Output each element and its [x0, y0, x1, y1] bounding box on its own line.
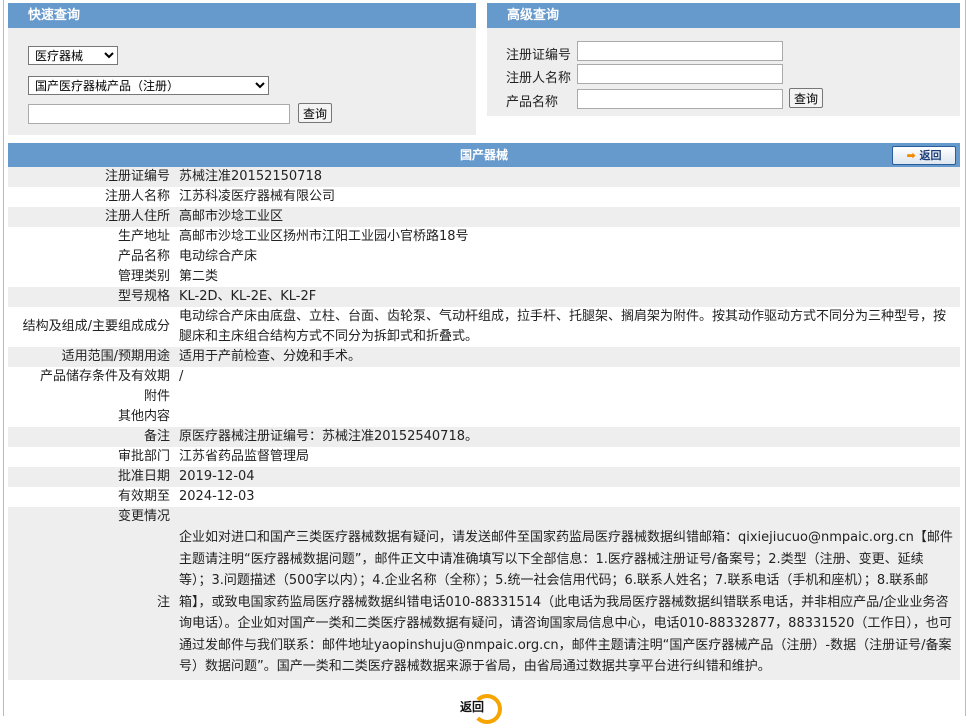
quick-search-input[interactable]: [28, 104, 290, 124]
field-value: 第二类: [179, 269, 219, 284]
category-select[interactable]: 医疗器械: [28, 46, 118, 65]
field-value: 2024-12-03: [179, 489, 255, 504]
table-row: 有效期至 2024-12-03: [8, 487, 960, 507]
table-row: 注册人名称 江苏科凌医疗器械有限公司: [8, 187, 960, 207]
quick-search-panel: 快速查询 医疗器械 国产医疗器械产品（注册） 查询: [8, 3, 476, 135]
table-row: 审批部门 江苏省药品监督管理局: [8, 447, 960, 467]
table-row: 结构及组成/主要组成成分 电动综合产床由底盘、立柱、台面、齿轮泵、气动杆组成，拉手…: [8, 307, 960, 347]
detail-table: 注册证编号 苏械注准20152150718 注册人名称 江苏科凌医疗器械有限公司 注册人…: [8, 167, 960, 680]
advanced-search-title: 高级查询: [487, 3, 960, 28]
field-value: 2019-12-04: [179, 467, 960, 487]
field-label: 管理类别: [117, 269, 170, 284]
table-row: 注册证编号 苏械注准20152150718: [8, 167, 960, 187]
field-label: 其他内容: [117, 409, 170, 424]
detail-title: 国产器械: [459, 148, 508, 162]
field-label: 有效期至: [117, 489, 170, 504]
arrow-right-icon: ➡: [906, 149, 916, 162]
back-button-top[interactable]: ➡ 返回: [892, 146, 956, 165]
field-label: 结构及组成/主要组成成分: [22, 319, 170, 334]
back-label-bottom: 返回: [460, 700, 485, 714]
table-row: 型号规格 KL-2D、KL-2E、KL-2F: [8, 287, 960, 307]
field-label: 备注: [8, 427, 179, 447]
field-label: 变更情况: [8, 507, 179, 527]
cert-label: 注册证编号: [506, 48, 572, 63]
field-label: 注: [8, 527, 179, 680]
product-label: 产品名称: [506, 95, 559, 110]
back-button-bottom[interactable]: 返回: [458, 694, 508, 724]
field-value: [179, 387, 960, 407]
database-select[interactable]: 国产医疗器械产品（注册）: [28, 76, 269, 95]
field-value: 电动综合产床由底盘、立柱、台面、齿轮泵、气动杆组成，拉手杆、托腿架、搁肩架为附件…: [179, 309, 947, 344]
table-row: 变更情况: [8, 507, 960, 527]
table-row: 产品储存条件及有效期 /: [8, 367, 960, 387]
product-input[interactable]: [577, 89, 783, 109]
field-label: 注册证编号: [8, 167, 179, 187]
field-value: 适用于产前检查、分娩和手术。: [179, 347, 960, 367]
field-value: 企业如对进口和国产三类医疗器械数据有疑问，请发送邮件至国家药监局医疗器械数据纠错…: [179, 527, 960, 680]
table-row: 产品名称 电动综合产床: [8, 247, 960, 267]
field-value: 江苏科凌医疗器械有限公司: [179, 189, 336, 204]
quick-search-button[interactable]: 查询: [298, 103, 333, 123]
field-value: [179, 407, 960, 427]
field-value: 高邮市沙埝工业区: [179, 207, 960, 227]
field-value: 苏械注准20152150718: [179, 167, 960, 187]
table-row: 其他内容: [8, 407, 960, 427]
detail-header: 国产器械 ➡ 返回: [8, 143, 960, 167]
field-value: /: [179, 369, 184, 384]
field-value: 江苏省药品监督管理局: [179, 449, 310, 464]
advanced-search-panel: 高级查询 注册证编号 注册人名称 产品名称 查询: [487, 3, 960, 116]
field-value: KL-2D、KL-2E、KL-2F: [179, 287, 960, 307]
registrant-label: 注册人名称: [506, 71, 572, 86]
field-label: 审批部门: [117, 449, 170, 464]
field-label: 生产地址: [117, 229, 170, 244]
table-row: 管理类别 第二类: [8, 267, 960, 287]
cert-input[interactable]: [577, 41, 783, 61]
field-label: 批准日期: [8, 467, 179, 487]
table-row: 适用范围/预期用途 适用于产前检查、分娩和手术。: [8, 347, 960, 367]
table-row: 批准日期 2019-12-04: [8, 467, 960, 487]
table-row: 注册人住所 高邮市沙埝工业区: [8, 207, 960, 227]
table-row: 附件: [8, 387, 960, 407]
table-row: 注企业如对进口和国产三类医疗器械数据有疑问，请发送邮件至国家药监局医疗器械数据纠…: [8, 527, 960, 680]
table-row: 备注 原医疗器械注册证编号：苏械注准20152540718。: [8, 427, 960, 447]
field-value: [179, 507, 960, 527]
field-value: 电动综合产床: [179, 249, 258, 264]
field-label: 注册人名称: [104, 189, 170, 204]
field-label: 产品名称: [117, 249, 170, 264]
field-value: 原医疗器械注册证编号：苏械注准20152540718。: [179, 427, 960, 447]
field-label: 注册人住所: [8, 207, 179, 227]
registrant-input[interactable]: [577, 64, 783, 84]
advanced-search-button[interactable]: 查询: [789, 88, 824, 108]
table-row: 生产地址 高邮市沙埝工业区扬州市江阳工业园小官桥路18号: [8, 227, 960, 247]
field-label: 适用范围/预期用途: [8, 347, 179, 367]
field-label: 附件: [143, 389, 170, 404]
field-value: 高邮市沙埝工业区扬州市江阳工业园小官桥路18号: [179, 229, 469, 244]
field-label: 产品储存条件及有效期: [39, 369, 170, 384]
quick-search-title: 快速查询: [8, 3, 476, 28]
back-label: 返回: [919, 149, 942, 162]
field-label: 型号规格: [8, 287, 179, 307]
